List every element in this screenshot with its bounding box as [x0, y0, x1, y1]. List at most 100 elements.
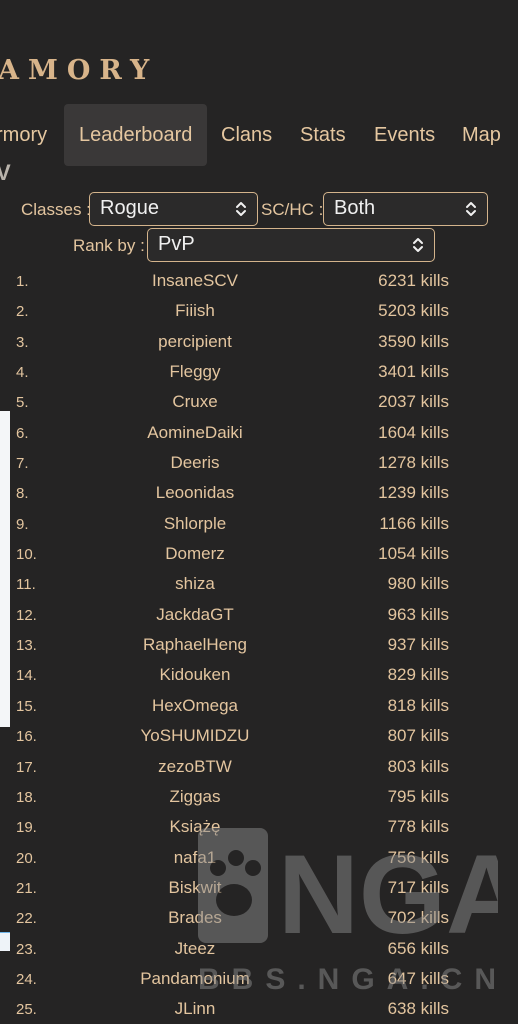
player-name[interactable]: Brades	[110, 908, 280, 928]
player-kills: 3401 kills	[378, 362, 449, 382]
player-kills: 717 kills	[387, 877, 449, 897]
row-rank: 23.	[16, 940, 37, 958]
row-rank: 17.	[16, 758, 37, 776]
classes-select[interactable]: Rogue	[89, 192, 258, 226]
player-name[interactable]: Biskwit	[110, 878, 280, 898]
player-kills: 638 kills	[387, 999, 449, 1019]
player-kills: 656 kills	[387, 938, 449, 958]
player-name[interactable]: percipient	[110, 332, 280, 352]
player-name[interactable]: nafa1	[110, 848, 280, 868]
player-kills: 2037 kills	[378, 392, 449, 412]
player-kills: 5203 kills	[378, 301, 449, 321]
leaderboard-row[interactable]: 13. RaphaelHeng 937 kills	[0, 630, 518, 660]
leaderboard-row[interactable]: 8. Leoonidas 1239 kills	[0, 478, 518, 508]
leaderboard-row[interactable]: 16. YoSHUMIDZU 807 kills	[0, 721, 518, 751]
mode-select[interactable]: Both	[323, 192, 488, 226]
player-name[interactable]: zezoBTW	[110, 757, 280, 777]
leaderboard-row[interactable]: 19. Książę 778 kills	[0, 812, 518, 842]
leaderboard-row[interactable]: 20. nafa1 756 kills	[0, 843, 518, 873]
player-kills: 6231 kills	[378, 271, 449, 290]
player-name[interactable]: RaphaelHeng	[110, 635, 280, 655]
player-name[interactable]: JackdaGT	[110, 605, 280, 625]
player-name[interactable]: Książę	[110, 817, 280, 837]
leaderboard-row[interactable]: 14. Kidouken 829 kills	[0, 660, 518, 690]
player-kills: 818 kills	[387, 695, 449, 715]
mode-select-value: Both	[334, 197, 376, 219]
leaderboard-list: 1. InsaneSCV 6231 kills 2. Fiiish 5203 kills…	[0, 266, 518, 1024]
player-name[interactable]: InsaneSCV	[110, 271, 280, 291]
row-rank: 5.	[16, 394, 29, 412]
row-rank: 7.	[16, 455, 29, 473]
select-chevrons-icon	[413, 238, 423, 252]
leaderboard-row[interactable]: 6. AomineDaiki 1604 kills	[0, 418, 518, 448]
player-kills: 829 kills	[387, 665, 449, 685]
rank-by-select-value: PvP	[158, 233, 195, 255]
player-kills: 3590 kills	[378, 331, 449, 351]
player-name[interactable]: Shlorple	[110, 514, 280, 534]
leaderboard-row[interactable]: 3. percipient 3590 kills	[0, 327, 518, 357]
row-rank: 16.	[16, 728, 37, 746]
leaderboard-row[interactable]: 9. Shlorple 1166 kills	[0, 509, 518, 539]
player-name[interactable]: Leoonidas	[110, 483, 280, 503]
row-rank: 13.	[16, 637, 37, 655]
leaderboard-row[interactable]: 25. JLinn 638 kills	[0, 994, 518, 1024]
nav-tab-leaderboard[interactable]: Leaderboard	[64, 104, 208, 166]
leaderboard-row[interactable]: 5. Cruxe 2037 kills	[0, 387, 518, 417]
player-kills: 1054 kills	[378, 544, 449, 564]
player-kills: 803 kills	[387, 756, 449, 776]
nav-tab-armory[interactable]: rmory	[0, 104, 47, 166]
rank-by-label: Rank by :	[73, 236, 145, 255]
player-kills: 647 kills	[387, 968, 449, 988]
nav-tab-stats[interactable]: Stats	[300, 104, 346, 166]
row-rank: 11.	[16, 576, 36, 594]
player-name[interactable]: Fiiish	[110, 301, 280, 321]
leaderboard-row[interactable]: 22. Brades 702 kills	[0, 903, 518, 933]
leaderboard-row[interactable]: 18. Ziggas 795 kills	[0, 782, 518, 812]
player-name[interactable]: Kidouken	[110, 665, 280, 685]
player-name[interactable]: YoSHUMIDZU	[110, 726, 280, 746]
player-name[interactable]: Cruxe	[110, 392, 280, 412]
player-name[interactable]: Ziggas	[110, 787, 280, 807]
player-kills: 937 kills	[387, 635, 449, 655]
player-kills: 1166 kills	[379, 513, 449, 533]
player-name[interactable]: shiza	[110, 574, 280, 594]
player-kills: 1239 kills	[378, 483, 449, 503]
leaderboard-row[interactable]: 10. Domerz 1054 kills	[0, 539, 518, 569]
player-name[interactable]: Domerz	[110, 544, 280, 564]
row-rank: 24.	[16, 970, 37, 988]
nav-tab-events[interactable]: Events	[374, 104, 435, 166]
player-name[interactable]: Fleggy	[110, 362, 280, 382]
leaderboard-row[interactable]: 1. InsaneSCV 6231 kills	[0, 266, 518, 296]
leaderboard-row[interactable]: 4. Fleggy 3401 kills	[0, 357, 518, 387]
leaderboard-row[interactable]: 24. Pandamonium 647 kills	[0, 964, 518, 994]
leaderboard-row[interactable]: 2. Fiiish 5203 kills	[0, 296, 518, 326]
player-name[interactable]: AomineDaiki	[110, 423, 280, 443]
player-name[interactable]: JLinn	[110, 999, 280, 1019]
leaderboard-row[interactable]: 7. Deeris 1278 kills	[0, 448, 518, 478]
select-chevrons-icon	[466, 202, 476, 216]
select-chevrons-icon	[236, 202, 246, 216]
leaderboard-row[interactable]: 15. HexOmega 818 kills	[0, 691, 518, 721]
player-name[interactable]: HexOmega	[110, 696, 280, 716]
nav-tab-map[interactable]: Map	[462, 104, 501, 166]
classes-select-value: Rogue	[100, 197, 159, 219]
player-name[interactable]: Deeris	[110, 453, 280, 473]
leaderboard-row[interactable]: 17. zezoBTW 803 kills	[0, 752, 518, 782]
row-rank: 1.	[16, 273, 29, 290]
player-kills: 807 kills	[387, 726, 449, 746]
site-logo[interactable]: AMORY	[0, 55, 158, 86]
leaderboard-row[interactable]: 11. shiza 980 kills	[0, 569, 518, 599]
row-rank: 19.	[16, 819, 37, 837]
rank-by-select[interactable]: PvP	[147, 228, 435, 262]
player-name[interactable]: Jteez	[110, 939, 280, 959]
player-kills: 980 kills	[387, 574, 449, 594]
player-name[interactable]: Pandamonium	[110, 969, 280, 989]
player-kills: 1278 kills	[378, 453, 449, 473]
leaderboard-row[interactable]: 21. Biskwit 717 kills	[0, 873, 518, 903]
row-rank: 14.	[16, 667, 37, 685]
leaderboard-row[interactable]: 12. JackdaGT 963 kills	[0, 600, 518, 630]
player-kills: 795 kills	[387, 786, 449, 806]
row-rank: 4.	[16, 364, 29, 382]
nav-tab-clans[interactable]: Clans	[221, 104, 272, 166]
leaderboard-row[interactable]: 23. Jteez 656 kills	[0, 934, 518, 964]
